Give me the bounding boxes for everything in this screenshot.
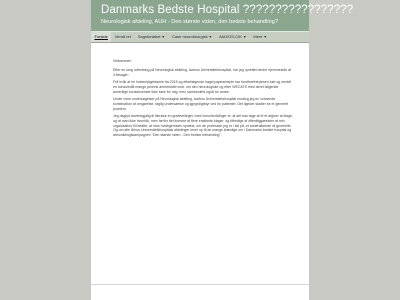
nav-item-label: Sagsforløbet xyxy=(137,34,161,39)
site-title[interactable]: Danmarks Bedste Hospital ???????????????… xyxy=(101,4,353,16)
nav-item-label: Forside xyxy=(94,34,108,39)
chevron-down-icon: ▼ xyxy=(263,35,268,39)
content-paragraph: Jeg daglyd anvebegjalig til literatur en… xyxy=(113,114,293,137)
chevron-down-icon: ▼ xyxy=(242,35,247,39)
chevron-down-icon: ▼ xyxy=(161,35,166,39)
content-paragraph: Frå hvilk af en hvidemjiigebiamie fra 20… xyxy=(113,80,291,94)
chevron-down-icon: ▼ xyxy=(208,35,213,39)
content-paragraph: Efter en lang udredning på Neurologisk a… xyxy=(113,68,292,77)
nav-item-forside[interactable]: Forside xyxy=(91,32,112,42)
nav-item-amj-os-cik[interactable]: AMJ/OS-CIK ▼ xyxy=(216,32,250,42)
nav-item-label: Case neurokirurgisk xyxy=(172,34,208,39)
nav-item-label: AMJ/OS-CIK xyxy=(219,34,242,39)
page-background xyxy=(91,0,309,300)
content-heading: Velkommen xyxy=(113,59,132,63)
nav-item-label: Mere xyxy=(253,34,263,39)
main-navigation: Forside Vendt ret Sagsforløbet ▼ Case ne… xyxy=(91,31,309,43)
site-subtitle: Neurologisk afdeling, AUH - Den største … xyxy=(101,19,278,25)
nav-item-label: Vendt ret xyxy=(114,34,131,39)
nav-item-mere[interactable]: Mere ▼ xyxy=(250,32,271,42)
nav-item-sagsforloebet[interactable]: Sagsforløbet ▼ xyxy=(134,32,168,42)
main-content: Velkommen Efter en lang udredning på Neu… xyxy=(113,59,293,141)
content-paragraph: Under mine undersøgelser på Neurologisk … xyxy=(113,97,289,111)
footer-divider xyxy=(91,284,309,285)
nav-item-vendt-ret[interactable]: Vendt ret xyxy=(111,32,134,42)
nav-item-case-neurokirurgisk[interactable]: Case neurokirurgisk ▼ xyxy=(169,32,216,42)
